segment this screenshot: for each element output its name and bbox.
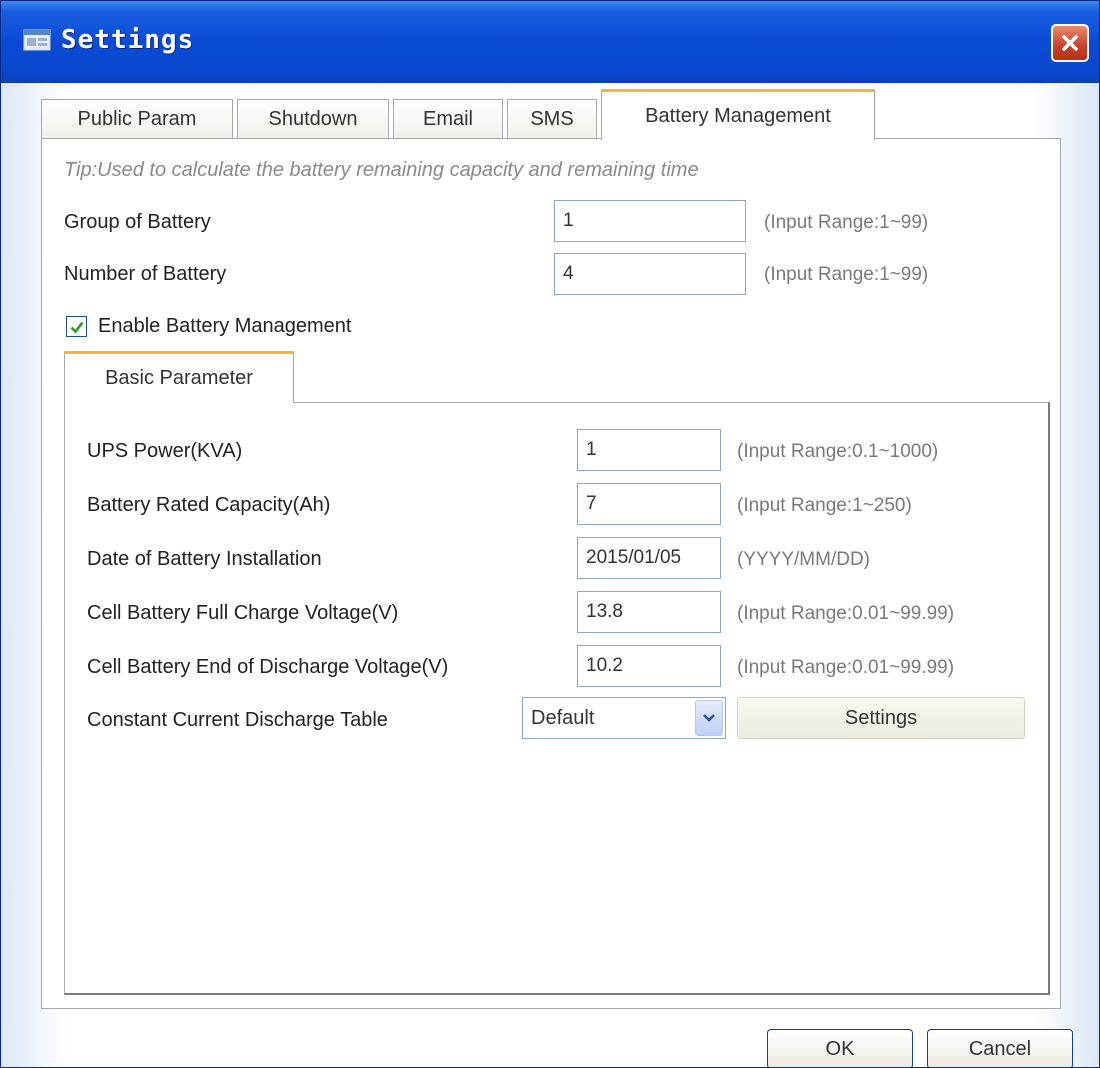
dropdown-button[interactable] bbox=[695, 700, 723, 736]
full-charge-voltage-input[interactable] bbox=[577, 591, 721, 633]
ups-power-label: UPS Power(KVA) bbox=[87, 440, 243, 462]
tab-shutdown[interactable]: Shutdown bbox=[237, 99, 389, 139]
battery-rated-capacity-input[interactable] bbox=[577, 483, 721, 525]
battery-rated-capacity-label: Battery Rated Capacity(Ah) bbox=[87, 494, 331, 516]
installation-date-input[interactable] bbox=[577, 537, 721, 579]
discharge-table-value: Default bbox=[531, 707, 595, 729]
cancel-button[interactable]: Cancel bbox=[927, 1029, 1073, 1067]
number-of-battery-input[interactable] bbox=[554, 253, 746, 295]
group-of-battery-label: Group of Battery bbox=[64, 211, 211, 233]
basic-parameter-panel: UPS Power(KVA) (Input Range:0.1~1000) Ba… bbox=[64, 402, 1050, 995]
app-window-icon bbox=[23, 29, 51, 51]
close-icon bbox=[1062, 35, 1078, 51]
settings-window: Settings Public Param Shutdown Email SMS… bbox=[0, 0, 1100, 1068]
battery-rated-capacity-hint: (Input Range:1~250) bbox=[737, 495, 912, 516]
tab-email[interactable]: Email bbox=[393, 99, 503, 139]
checkmark-icon bbox=[70, 321, 84, 333]
ups-power-input[interactable] bbox=[577, 429, 721, 471]
close-button[interactable] bbox=[1051, 24, 1089, 62]
subtab-bar: Basic Parameter bbox=[64, 351, 1050, 403]
dialog-client-area: Public Param Shutdown Email SMS Battery … bbox=[1, 83, 1099, 1067]
installation-date-label: Date of Battery Installation bbox=[87, 548, 322, 570]
tab-basic-parameter[interactable]: Basic Parameter bbox=[64, 351, 294, 403]
enable-battery-management-checkbox[interactable] bbox=[66, 316, 87, 337]
number-of-battery-label: Number of Battery bbox=[64, 263, 227, 285]
enable-battery-management-label[interactable]: Enable Battery Management bbox=[98, 315, 352, 338]
title-bar[interactable]: Settings bbox=[1, 1, 1099, 83]
group-of-battery-input[interactable] bbox=[554, 200, 746, 242]
chevron-down-icon bbox=[703, 714, 715, 722]
number-of-battery-hint: (Input Range:1~99) bbox=[764, 264, 929, 285]
tab-bar: Public Param Shutdown Email SMS Battery … bbox=[41, 89, 1061, 140]
installation-date-hint: (YYYY/MM/DD) bbox=[737, 549, 870, 570]
discharge-table-settings-button[interactable]: Settings bbox=[737, 697, 1025, 739]
end-discharge-voltage-input[interactable] bbox=[577, 645, 721, 687]
tab-sms[interactable]: SMS bbox=[507, 99, 597, 139]
battery-management-panel: Tip:Used to calculate the battery remain… bbox=[41, 138, 1061, 1009]
end-discharge-voltage-hint: (Input Range:0.01~99.99) bbox=[737, 657, 955, 678]
full-charge-voltage-hint: (Input Range:0.01~99.99) bbox=[737, 603, 955, 624]
ok-button[interactable]: OK bbox=[767, 1029, 913, 1067]
discharge-table-label: Constant Current Discharge Table bbox=[87, 709, 388, 731]
end-discharge-voltage-label: Cell Battery End of Discharge Voltage(V) bbox=[87, 656, 449, 678]
window-title: Settings bbox=[61, 25, 195, 55]
tip-text: Tip:Used to calculate the battery remain… bbox=[64, 159, 699, 181]
full-charge-voltage-label: Cell Battery Full Charge Voltage(V) bbox=[87, 602, 399, 624]
discharge-table-select[interactable]: Default bbox=[522, 697, 726, 739]
group-of-battery-hint: (Input Range:1~99) bbox=[764, 212, 929, 233]
tab-public-param[interactable]: Public Param bbox=[41, 99, 233, 139]
tab-battery-management[interactable]: Battery Management bbox=[601, 89, 875, 140]
ups-power-hint: (Input Range:0.1~1000) bbox=[737, 441, 939, 462]
